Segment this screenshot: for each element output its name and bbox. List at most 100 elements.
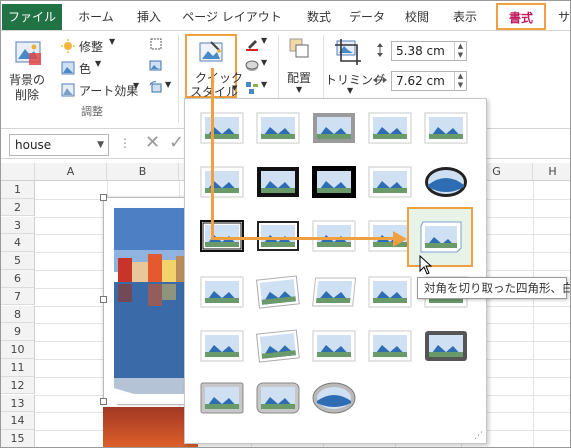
picture-style-thumbnail[interactable] bbox=[424, 111, 468, 147]
tab-overflow[interactable]: サ bbox=[557, 4, 570, 30]
picture-style-thumbnail[interactable] bbox=[312, 381, 356, 417]
mouse-cursor-icon bbox=[419, 255, 433, 275]
picture-style-thumbnail[interactable] bbox=[200, 275, 244, 311]
tab-data[interactable]: データ bbox=[339, 4, 395, 30]
arrange-icon[interactable] bbox=[288, 37, 310, 59]
annotation-arrow-line bbox=[211, 68, 214, 239]
color-label[interactable]: 色 bbox=[79, 60, 91, 77]
arrange-label[interactable]: 配置 bbox=[287, 69, 311, 86]
tab-file[interactable]: ファイル bbox=[2, 4, 62, 30]
shape-height-value: 5.38 cm bbox=[396, 44, 445, 58]
annotation-arrowhead-icon bbox=[393, 231, 407, 247]
picture-style-thumbnail[interactable] bbox=[200, 329, 244, 365]
shape-width-spinner[interactable]: ▲ ▼ bbox=[454, 72, 466, 90]
color-dropdown-icon[interactable]: ▼ bbox=[95, 59, 101, 68]
remove-background-label-2: 削除 bbox=[15, 88, 40, 102]
row-header[interactable]: 12 bbox=[1, 376, 35, 395]
picture-style-thumbnail[interactable] bbox=[312, 329, 356, 365]
picture-style-thumbnail[interactable] bbox=[200, 165, 244, 201]
picture-layout-icon[interactable] bbox=[245, 81, 259, 95]
reset-picture-dropdown-icon[interactable]: ▼ bbox=[165, 80, 171, 89]
row-header[interactable]: 15 bbox=[1, 430, 35, 447]
picture-style-highlighted[interactable] bbox=[407, 207, 473, 267]
picture-style-thumbnail[interactable] bbox=[254, 273, 302, 313]
tab-view[interactable]: 表示 bbox=[443, 4, 487, 30]
shape-height-input[interactable]: 5.38 cm ▲ ▼ bbox=[391, 41, 467, 61]
artistic-effects-icon[interactable] bbox=[61, 83, 75, 97]
reset-picture-icon[interactable] bbox=[149, 81, 163, 95]
tab-review[interactable]: 校閲 bbox=[395, 4, 439, 30]
shape-height-icon bbox=[377, 43, 383, 57]
name-box-dropdown-icon[interactable]: ▼ bbox=[97, 135, 104, 155]
picture-style-thumbnail[interactable] bbox=[254, 327, 302, 367]
picture-style-thumbnail[interactable] bbox=[200, 111, 244, 147]
row-header[interactable]: 9 bbox=[1, 323, 35, 341]
row-header[interactable]: 3 bbox=[1, 216, 35, 235]
picture-border-dropdown-icon[interactable]: ▼ bbox=[261, 36, 267, 45]
picture-style-thumbnail[interactable] bbox=[310, 275, 358, 311]
color-icon[interactable] bbox=[61, 61, 75, 75]
picture-layout-dropdown-icon[interactable]: ▼ bbox=[261, 80, 267, 89]
resize-handle[interactable] bbox=[100, 194, 107, 201]
artistic-effects-dropdown-icon[interactable]: ▼ bbox=[133, 81, 139, 90]
tab-formulas[interactable]: 数式 bbox=[297, 4, 341, 30]
picture-style-thumbnail[interactable] bbox=[256, 381, 300, 417]
picture-style-thumbnail[interactable] bbox=[368, 165, 412, 201]
corrections-label[interactable]: 修整 bbox=[79, 38, 103, 55]
quick-styles-icon bbox=[199, 41, 223, 62]
picture-effects-dropdown-icon[interactable]: ▼ bbox=[261, 58, 267, 67]
compress-pictures-icon[interactable] bbox=[149, 37, 163, 51]
resize-handle[interactable] bbox=[100, 296, 107, 303]
tab-home[interactable]: ホーム bbox=[71, 4, 121, 30]
crop-icon[interactable] bbox=[333, 37, 363, 67]
row-header[interactable]: 7 bbox=[1, 287, 35, 306]
shape-width-value: 7.62 cm bbox=[396, 74, 445, 88]
change-picture-icon[interactable] bbox=[149, 59, 163, 73]
picture-style-thumbnail[interactable] bbox=[368, 275, 412, 311]
picture-style-thumbnail[interactable] bbox=[256, 111, 300, 147]
row-header[interactable]: 5 bbox=[1, 252, 35, 270]
row-header[interactable]: 13 bbox=[1, 394, 35, 413]
row-header[interactable]: 14 bbox=[1, 412, 35, 430]
resize-handle[interactable] bbox=[100, 398, 107, 405]
picture-style-thumbnail[interactable] bbox=[424, 329, 468, 365]
crop-dropdown-icon[interactable]: ▼ bbox=[347, 86, 353, 95]
picture-style-thumbnail[interactable] bbox=[312, 111, 356, 147]
picture-style-thumbnail[interactable] bbox=[368, 111, 412, 147]
row-header[interactable]: 4 bbox=[1, 234, 35, 252]
row-header[interactable]: 11 bbox=[1, 359, 35, 377]
remove-background-icon[interactable] bbox=[15, 39, 43, 67]
corrections-icon[interactable] bbox=[61, 39, 75, 53]
adjust-group-label: 調整 bbox=[81, 105, 103, 118]
resize-grip-icon[interactable]: ⋰ bbox=[474, 431, 483, 441]
shape-height-spinner[interactable]: ▲ ▼ bbox=[454, 42, 466, 60]
shape-width-icon bbox=[373, 77, 387, 83]
picture-style-thumbnail[interactable] bbox=[312, 165, 356, 201]
picture-style-thumbnail[interactable] bbox=[424, 165, 468, 201]
arrange-dropdown-icon[interactable]: ▼ bbox=[296, 85, 302, 94]
quick-styles-dropdown-icon: ▼ bbox=[232, 84, 238, 92]
picture-border-icon[interactable] bbox=[245, 37, 259, 51]
select-all-corner[interactable] bbox=[1, 163, 35, 181]
confirm-entry-icon[interactable]: ✓ bbox=[169, 132, 184, 153]
row-header[interactable]: 6 bbox=[1, 270, 35, 288]
column-header[interactable]: A bbox=[35, 163, 107, 181]
tab-format[interactable]: 書式 bbox=[496, 3, 546, 30]
row-header[interactable]: 2 bbox=[1, 198, 35, 217]
picture-effects-icon[interactable] bbox=[245, 59, 259, 73]
column-header[interactable]: H bbox=[533, 163, 570, 181]
cancel-entry-icon[interactable]: ✕ bbox=[145, 132, 160, 153]
tab-insert[interactable]: 挿入 bbox=[127, 4, 171, 30]
artistic-effects-label[interactable]: アート効果 bbox=[79, 82, 138, 99]
column-header[interactable]: B bbox=[107, 163, 179, 181]
picture-style-thumbnail[interactable] bbox=[368, 329, 412, 365]
shape-width-input[interactable]: 7.62 cm ▲ ▼ bbox=[391, 71, 467, 91]
row-header[interactable]: 10 bbox=[1, 341, 35, 359]
tab-page-layout[interactable]: ページ レイアウト bbox=[177, 4, 287, 30]
picture-style-thumbnail[interactable] bbox=[200, 381, 244, 417]
row-header[interactable]: 8 bbox=[1, 305, 35, 324]
name-box[interactable]: house ▼ bbox=[9, 134, 109, 156]
row-header[interactable]: 1 bbox=[1, 181, 35, 199]
corrections-dropdown-icon[interactable]: ▼ bbox=[109, 37, 115, 46]
picture-style-thumbnail[interactable] bbox=[256, 165, 300, 201]
